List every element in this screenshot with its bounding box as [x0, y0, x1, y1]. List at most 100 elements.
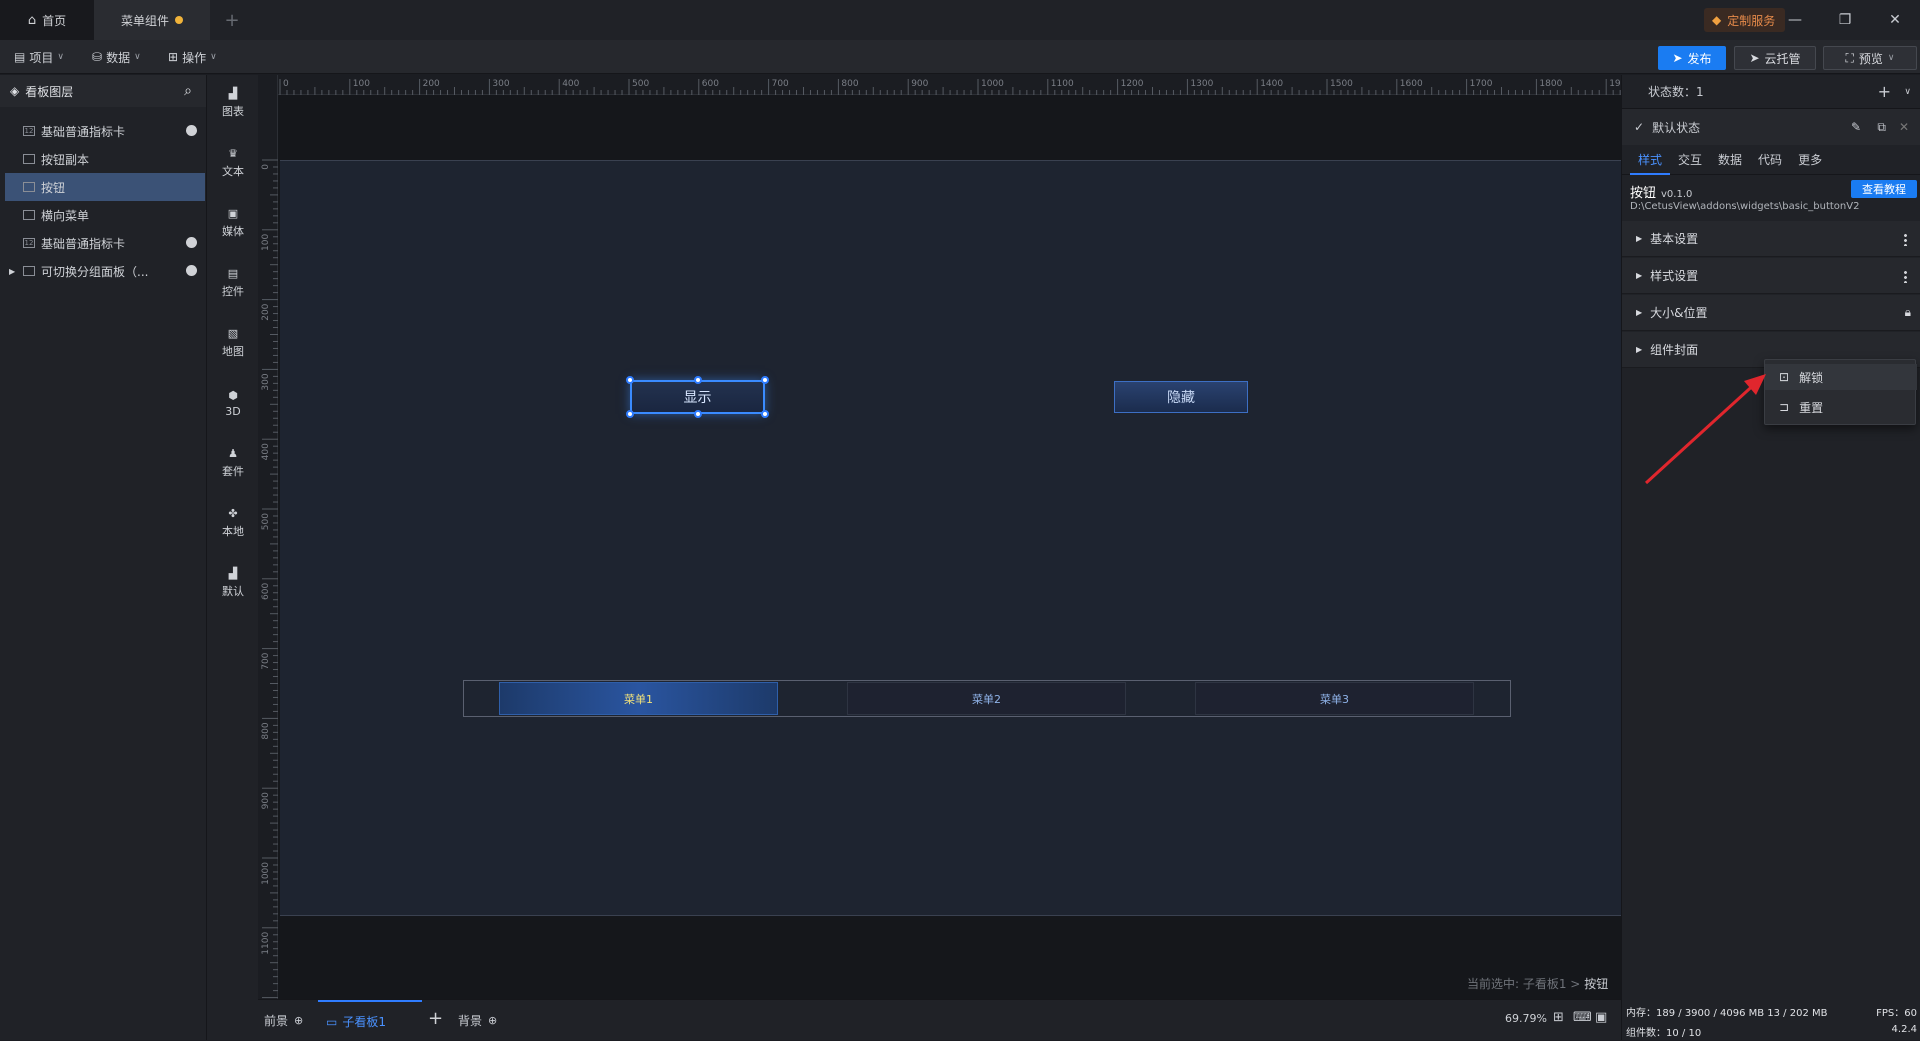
home-icon: ⌂: [27, 12, 37, 28]
control-icon: ▤: [227, 267, 239, 280]
add-circle-icon[interactable]: ⊕: [294, 1014, 303, 1027]
eye-icon[interactable]: [186, 237, 197, 248]
minimize-button[interactable]: —: [1772, 0, 1818, 40]
tool-control[interactable]: ▤ 控件: [207, 255, 259, 311]
more-vert-icon[interactable]: [1904, 270, 1907, 283]
tutorial-button[interactable]: 查看教程: [1851, 180, 1917, 198]
edit-icon[interactable]: ✎: [1851, 120, 1861, 134]
section-style[interactable]: ▶ 样式设置: [1622, 258, 1920, 294]
fit-screen-icon[interactable]: ⊞: [1553, 1010, 1564, 1025]
section-label: 大小&位置: [1650, 306, 1708, 320]
ruler-label: 1200: [1121, 79, 1144, 89]
ruler-left: 0 100 200 300 400 500 600 700 800 900 1000 1100: [258, 75, 278, 999]
fullscreen-icon: ⛶: [1845, 50, 1854, 65]
resize-handle[interactable]: [694, 410, 702, 418]
caret-right-icon: ▶: [1636, 234, 1643, 243]
copy-icon[interactable]: ⧉: [1877, 120, 1886, 135]
resize-handle[interactable]: [626, 410, 634, 418]
close-window-button[interactable]: ✕: [1872, 0, 1918, 40]
layer-panel: ◈ 看板图层 ⌕ 12 基础普通指标卡 按钮副本 按钮 横向菜单 12 基础普通…: [0, 75, 206, 1040]
tool-media[interactable]: ▣ 媒体: [207, 195, 259, 251]
chart-icon: ▟: [228, 567, 238, 580]
stage-board[interactable]: 显示 隐藏 菜单1 菜单2 菜单3: [280, 160, 1621, 916]
zoom-level[interactable]: 69.79%: [1505, 1012, 1547, 1025]
resize-handle[interactable]: [694, 376, 702, 384]
layer-item-selected[interactable]: 按钮: [5, 173, 205, 201]
layer-item[interactable]: 12 基础普通指标卡: [5, 229, 205, 257]
resize-handle[interactable]: [626, 376, 634, 384]
resize-handle[interactable]: [761, 410, 769, 418]
tab-style[interactable]: 样式: [1630, 145, 1671, 175]
tool-3d[interactable]: ⬢ 3D: [207, 375, 259, 431]
tool-map[interactable]: ▧ 地图: [207, 315, 259, 371]
terminal-icon[interactable]: ▣: [1595, 1010, 1607, 1025]
menu-tab-1[interactable]: 菜单1: [499, 682, 778, 715]
chevron-down-icon: ∨: [1887, 53, 1895, 63]
keyboard-icon[interactable]: ⌨: [1573, 1010, 1592, 1025]
shirt-icon: ♟: [228, 447, 238, 460]
caret-right-icon: ▶: [1636, 271, 1643, 280]
cloud-host-button[interactable]: ➤ 云托管: [1734, 46, 1816, 70]
ruler-label: 500: [261, 513, 271, 530]
menu-tab-3[interactable]: 菜单3: [1195, 682, 1474, 715]
send-icon: ➤: [1749, 51, 1760, 65]
eye-icon[interactable]: [186, 265, 197, 276]
cube-icon: ⬢: [228, 388, 238, 402]
default-state-row[interactable]: ✓ 默认状态 ✎ ⧉ ✕: [1622, 109, 1920, 145]
section-label: 样式设置: [1650, 269, 1699, 283]
tool-local[interactable]: ✤ 本地: [207, 495, 259, 551]
sub-board-label: 子看板1: [342, 1015, 386, 1029]
layer-item[interactable]: 12 基础普通指标卡: [5, 117, 205, 145]
search-icon[interactable]: ⌕: [184, 83, 192, 99]
close-icon[interactable]: ✕: [1899, 120, 1909, 134]
horizontal-menu[interactable]: 菜单1 菜单2 菜单3: [463, 680, 1511, 717]
tab-data[interactable]: 数据: [1710, 145, 1750, 175]
expand-arrow-icon[interactable]: ▶: [9, 267, 15, 276]
layer-item[interactable]: 按钮副本: [5, 145, 205, 173]
menu-tab-label: 菜单3: [1320, 692, 1349, 706]
tool-default[interactable]: ▟ 默认: [207, 555, 259, 611]
caret-right-icon: ▶: [1636, 308, 1643, 317]
tool-chart[interactable]: ▟ 图表: [207, 75, 259, 131]
layer-item[interactable]: 横向菜单: [5, 201, 205, 229]
tool-text[interactable]: ♛ 文本: [207, 135, 259, 191]
lock-icon[interactable]: 🔒︎: [1905, 305, 1911, 320]
chevron-down-icon[interactable]: ∨: [1904, 87, 1911, 97]
tab-code[interactable]: 代码: [1750, 145, 1790, 175]
tool-kit[interactable]: ♟ 套件: [207, 435, 259, 491]
image-icon: [23, 154, 35, 164]
canvas-area[interactable]: 0 100 200 300 400 500 600 700 800 900 1000 1100 1200…: [258, 75, 1621, 999]
resize-handle[interactable]: [761, 376, 769, 384]
publish-button[interactable]: ➤ 发布: [1658, 46, 1726, 70]
eye-icon[interactable]: [186, 125, 197, 136]
preview-button[interactable]: ⛶ 预览 ∨: [1823, 46, 1917, 70]
ruler-top-ticks: 0 100 200 300 400 500 600 700 800 900 1000 1100 1200…: [279, 79, 1621, 95]
tab-foreground[interactable]: 前景 ⊕: [264, 1012, 303, 1029]
menu-tab-2[interactable]: 菜单2: [847, 682, 1126, 715]
tab-sub-board[interactable]: ▭ 子看板1: [318, 1000, 422, 1041]
add-circle-icon[interactable]: ⊕: [488, 1014, 497, 1027]
section-basic[interactable]: ▶ 基本设置: [1622, 221, 1920, 257]
tab-menu-component[interactable]: 菜单组件: [94, 0, 210, 40]
section-size-position[interactable]: ▶ 大小&位置 🔒︎: [1622, 295, 1920, 331]
add-board-button[interactable]: +: [428, 1008, 443, 1029]
restore-button[interactable]: ❐: [1822, 0, 1868, 40]
tab-more[interactable]: 更多: [1790, 145, 1830, 175]
tab-interaction[interactable]: 交互: [1670, 145, 1710, 175]
tab-home[interactable]: ⌂ 首页: [0, 0, 94, 40]
show-button[interactable]: 显示: [626, 376, 769, 418]
unsaved-dot-icon: [175, 16, 183, 24]
hide-button[interactable]: 隐藏: [1114, 381, 1248, 413]
tab-background[interactable]: 背景 ⊕: [458, 1012, 497, 1029]
unlock-menu-item[interactable]: ⊡ 解锁: [1765, 364, 1917, 390]
breadcrumb-current: 按钮: [1584, 977, 1609, 991]
more-vert-icon[interactable]: [1904, 233, 1907, 246]
menu-ops[interactable]: ⊞ 操作 ∨: [168, 47, 217, 67]
title-bar: ⌂ 首页 菜单组件 + ◆ 定制服务 — ❐ ✕: [0, 0, 1920, 40]
layer-item[interactable]: ▶ 可切换分组面板（...: [5, 257, 205, 285]
reset-menu-item[interactable]: ⊐ 重置: [1765, 394, 1917, 420]
menu-data[interactable]: ⛁ 数据 ∨: [92, 47, 141, 67]
plus-icon[interactable]: +: [1878, 82, 1891, 101]
add-tab-button[interactable]: +: [218, 0, 246, 40]
menu-project[interactable]: ▤ 项目 ∨: [14, 47, 64, 67]
